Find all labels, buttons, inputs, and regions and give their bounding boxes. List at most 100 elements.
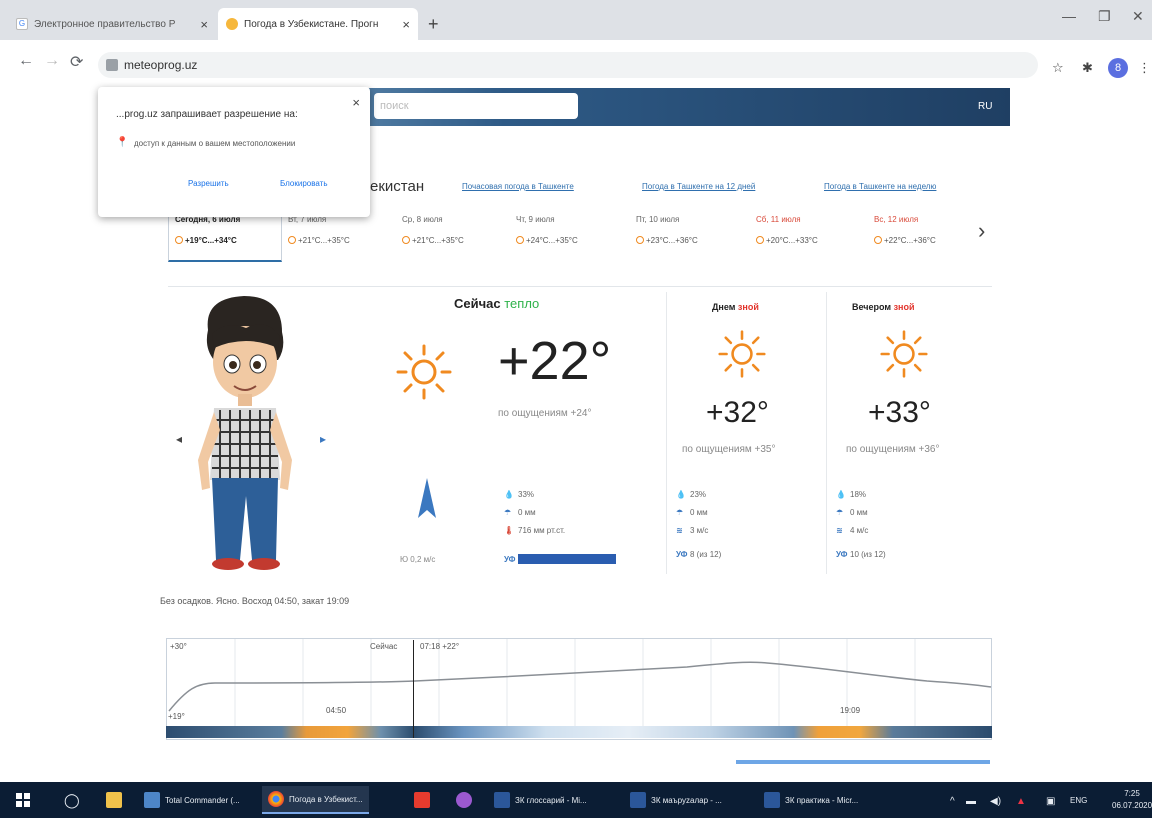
taskbar-word-3[interactable]: ЗК практика - Micr... bbox=[758, 786, 864, 814]
12-days-link[interactable]: Погода в Ташкенте на 12 дней bbox=[642, 182, 755, 191]
uv-icon: УФ bbox=[676, 550, 688, 559]
wind-icon: ≋ bbox=[836, 526, 843, 535]
allow-button[interactable]: Разрешить bbox=[184, 177, 233, 190]
uv-bar bbox=[518, 554, 616, 564]
language-indicator[interactable]: ENG bbox=[1070, 796, 1087, 805]
evening-wind-value: 4 м/с bbox=[850, 526, 869, 535]
avatar-prev-arrow-icon[interactable]: ◂ bbox=[176, 432, 182, 446]
close-popup-icon[interactable]: × bbox=[352, 95, 360, 110]
search-input[interactable]: поиск bbox=[374, 93, 578, 119]
day-tab[interactable]: Ср, 8 июля +21°C...+35°C bbox=[402, 210, 516, 262]
sun-icon bbox=[396, 344, 452, 400]
tab-title: Погода в Узбекистане. Прогн bbox=[244, 18, 379, 30]
week-link[interactable]: Погода в Ташкенте на неделю bbox=[824, 182, 936, 191]
profile-avatar[interactable]: 8 bbox=[1108, 58, 1128, 78]
day-date: Ср, 8 июля bbox=[402, 215, 443, 224]
location-permission-popup: ...prog.uz запрашивает разрешение на: × … bbox=[98, 87, 370, 217]
day-tab-weekend[interactable]: Вс, 12 июля +22°C...+36°C bbox=[874, 210, 974, 262]
uv-icon: УФ bbox=[836, 550, 848, 559]
day-date: Сб, 11 июля bbox=[756, 215, 801, 224]
day-wind: ≋ 3 м/с bbox=[676, 526, 708, 535]
next-days-chevron-icon[interactable]: › bbox=[978, 218, 985, 244]
forward-arrow-icon[interactable]: → bbox=[44, 52, 60, 70]
day-tab-today[interactable]: Сегодня, 6 июля +19°C...+34°C bbox=[168, 210, 282, 262]
day-tab[interactable]: Чт, 9 июля +24°C...+35°C bbox=[516, 210, 630, 262]
now-humidity: 💧 33% bbox=[504, 490, 534, 499]
now-pressure-value: 716 мм рт.ст. bbox=[518, 526, 566, 535]
day-tab[interactable]: Пт, 10 июля +23°C...+36°C bbox=[636, 210, 750, 262]
close-window-button[interactable]: ✕ bbox=[1132, 8, 1144, 25]
site-info-icon[interactable] bbox=[106, 59, 118, 71]
day-tab-weekend[interactable]: Сб, 11 июля +20°C...+33°C bbox=[756, 210, 870, 262]
close-tab-icon[interactable]: × bbox=[402, 17, 410, 32]
taskbar-total-commander[interactable]: Total Commander (... bbox=[138, 786, 246, 814]
extensions-puzzle-icon[interactable]: ✱ bbox=[1082, 60, 1093, 76]
avatar-next-arrow-icon[interactable]: ▸ bbox=[320, 432, 326, 446]
evening-humidity: 💧 18% bbox=[836, 490, 866, 499]
tab-egov[interactable]: G Электронное правительство Р × bbox=[8, 8, 216, 40]
close-tab-icon[interactable]: × bbox=[200, 17, 208, 32]
humidity-drop-icon: 💧 bbox=[504, 490, 514, 499]
daylight-timeline-bar bbox=[166, 726, 992, 738]
taskbar-item-label: ЗК маъруzалар - ... bbox=[651, 795, 722, 805]
weather-avatar-character bbox=[198, 296, 292, 570]
task-view-icon[interactable]: ◯ bbox=[58, 786, 86, 814]
day-condition: зной bbox=[737, 302, 759, 312]
block-button[interactable]: Блокировать bbox=[276, 177, 332, 190]
precip-icon: ☂ bbox=[836, 508, 844, 517]
day-precip-value: 0 мм bbox=[690, 508, 708, 517]
sun-small-icon bbox=[175, 236, 183, 244]
tab-weather[interactable]: Погода в Узбекистане. Прогн × bbox=[218, 8, 418, 40]
day-temp: +21°C...+35°C bbox=[298, 236, 350, 245]
day-temp: +23°C...+36°C bbox=[646, 236, 698, 245]
sunrise-label: 04:50 bbox=[326, 706, 347, 715]
word-icon bbox=[494, 792, 510, 808]
yandex-icon[interactable] bbox=[408, 786, 441, 814]
windows-start-icon[interactable] bbox=[10, 786, 36, 814]
now-pressure: 🌡 716 мм рт.ст. bbox=[504, 526, 565, 535]
taskbar-chrome[interactable]: Погода в Узбекист... bbox=[262, 786, 369, 814]
minimize-button[interactable]: — bbox=[1062, 8, 1076, 24]
precip-icon: ☂ bbox=[676, 508, 684, 517]
column-divider bbox=[826, 292, 827, 574]
day-tab[interactable]: Вт, 7 июля +21°C...+35°C bbox=[288, 210, 402, 262]
now-precip: ☂ 0 мм bbox=[504, 508, 536, 517]
tray-chevron-icon[interactable]: ^ bbox=[950, 796, 955, 807]
day-date: Вс, 12 июля bbox=[874, 215, 919, 224]
day-temp-row: +19°C...+34°C bbox=[169, 236, 281, 245]
file-explorer-icon[interactable] bbox=[100, 786, 133, 814]
back-arrow-icon[interactable]: ← bbox=[18, 52, 34, 70]
notification-icon[interactable]: ▣ bbox=[1046, 796, 1055, 807]
address-bar[interactable]: meteoprog.uz bbox=[98, 52, 1038, 78]
reload-icon[interactable]: ⟳ bbox=[70, 52, 83, 72]
word-icon bbox=[764, 792, 780, 808]
sun-small-icon bbox=[288, 236, 296, 244]
now-marker-line bbox=[413, 640, 414, 738]
hourly-link[interactable]: Почасовая погода в Ташкенте bbox=[462, 182, 574, 191]
day-uv-value: 8 (из 12) bbox=[690, 550, 722, 559]
day-temp-row: +20°C...+33°C bbox=[756, 236, 870, 245]
taskbar-word-2[interactable]: ЗК маъруzалар - ... bbox=[624, 786, 728, 814]
menu-kebab-icon[interactable]: ⋮ bbox=[1138, 60, 1151, 76]
antivirus-icon[interactable]: ▲ bbox=[1016, 796, 1026, 807]
day-temp: +19°C...+34°C bbox=[185, 236, 237, 245]
network-icon[interactable]: ▬ bbox=[966, 796, 976, 807]
maximize-button[interactable]: ❐ bbox=[1098, 8, 1111, 25]
new-tab-button[interactable]: + bbox=[428, 14, 439, 35]
temperature-curve bbox=[168, 639, 992, 729]
divider bbox=[168, 286, 992, 287]
system-clock[interactable]: 7:25 06.07.2020 bbox=[1112, 788, 1152, 812]
chart-bottom-label: +19° bbox=[168, 712, 185, 721]
sunset-label: 19:09 bbox=[840, 706, 861, 715]
day-temp: +24°C...+35°C bbox=[526, 236, 578, 245]
weather-favicon-icon bbox=[226, 18, 238, 30]
day-temp-row: +21°C...+35°C bbox=[402, 236, 516, 245]
taskbar-word-1[interactable]: ЗК глоссарий - Mi... bbox=[488, 786, 593, 814]
chart-now-label: Сейчас bbox=[370, 642, 398, 651]
volume-icon[interactable]: ◀) bbox=[990, 796, 1001, 807]
app-icon[interactable] bbox=[450, 786, 483, 814]
permission-message: ...prog.uz запрашивает разрешение на: bbox=[116, 109, 298, 120]
bookmark-star-icon[interactable]: ☆ bbox=[1052, 60, 1064, 76]
language-switch[interactable]: RU bbox=[978, 101, 992, 112]
evening-feels-like: по ощущениям +36° bbox=[846, 444, 940, 455]
